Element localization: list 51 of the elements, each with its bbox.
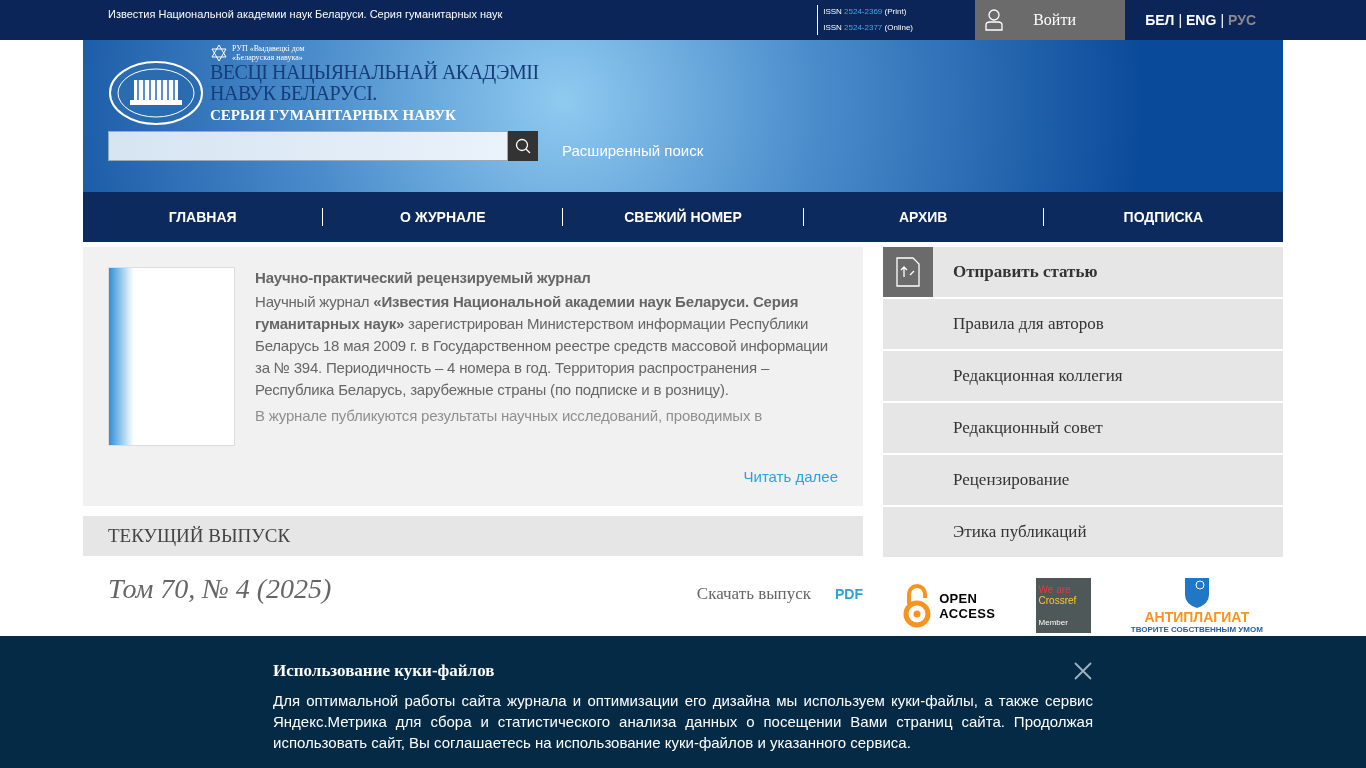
cookie-title: Использование куки-файлов <box>273 660 495 682</box>
publisher-text: «Беларуская навука» <box>232 53 303 62</box>
language-separator: | <box>1220 10 1224 30</box>
publisher-text: РУП «Выдавецкі дом <box>232 44 305 53</box>
search-field[interactable] <box>108 131 508 162</box>
sidebar-link[interactable]: Редакционная коллегия <box>883 351 1283 401</box>
sidebar-link[interactable]: Этика публикаций <box>883 507 1283 557</box>
journal-title: Известия Национальной академии наук Беларуси. Серия гуманитарных наук <box>108 7 503 22</box>
shield-icon <box>1183 577 1210 609</box>
nav-link[interactable]: ПОДПИСКА <box>1043 206 1283 228</box>
language-separator: | <box>1178 10 1183 30</box>
issn-text: ISSN 2524-2369 (Print) <box>823 6 908 18</box>
nav-link[interactable]: АРХИВ <box>803 206 1043 228</box>
crossref-text: We are <box>1038 584 1072 595</box>
nav-link[interactable]: О ЖУРНАЛЕ <box>323 206 563 228</box>
sidebar-link[interactable]: Рецензирование <box>883 455 1283 505</box>
sidebar-link[interactable]: Правила для авторов <box>883 299 1283 349</box>
open-access-text: OPEN <box>939 590 979 606</box>
nav-link[interactable]: СВЕЖИЙ НОМЕР <box>563 206 803 228</box>
logo-series: СЕРЫЯ ГУМАНІТАРНЫХ НАВУК <box>210 106 457 125</box>
search-icon <box>515 138 531 155</box>
language-link[interactable]: РУС <box>1228 9 1256 31</box>
section-title: ТЕКУЩИЙ ВЫПУСК <box>108 523 291 548</box>
antiplagiat-text: АНТИПЛАГИАТ <box>1144 609 1250 625</box>
close-button[interactable] <box>1073 660 1093 681</box>
crossref-text: Member <box>1038 617 1069 628</box>
user-icon <box>985 9 1004 31</box>
sidebar-link[interactable]: Отправить статью <box>883 247 1283 297</box>
antiplagiat-slogan: ТВОРИТЕ СОБСТВЕННЫМ УМОМ <box>1130 625 1263 634</box>
cookie-text: Для оптимальной работы сайта журнала и оптимизации его дизайна мы используем куки-файлы, а также сервис Яндекс.Метрика для сбора и статистического анализа данных о посещении Вами страниц сайта. Продолжая использовать сайт, Вы соглашаетесь на использование куки-файлов и указанного сервиса. <box>273 690 1093 753</box>
academy-emblem-icon <box>108 60 204 126</box>
about-paragraph: Научный журнал «Известия Национальной академии наук Беларуси. Серия гуманитарных наук» зарегистрирован Министерством информации Республики Беларусь 18 мая 2009 г. в Государственном реестре средств массовой информации за № 394. Периодичность – 4 номера в год. Территория распространения – Республика Беларусь, зарубежные страны (по подписке и в розницу). <box>255 292 830 400</box>
about-paragraph: В журнале публикуются результаты научных исследований, проводимых в <box>255 406 763 426</box>
issue-title: Том 70, № 4 (2025) <box>108 572 332 606</box>
logo-title: НАВУК БЕЛАРУСІ. <box>210 83 377 104</box>
close-icon <box>1074 661 1092 680</box>
language-link[interactable]: БЕЛ <box>1145 9 1175 31</box>
about-heading: Научно-практический рецензируемый журнал <box>255 268 592 288</box>
logo-title: ВЕСЦІ НАЦЫЯНАЛЬНАЙ АКАДЭМІІ <box>210 62 539 83</box>
login-button[interactable]: Войти <box>975 0 1126 40</box>
issn-text: ISSN 2524-2377 (Online) <box>823 22 914 34</box>
open-access-text: ACCESS <box>939 605 996 621</box>
search-button[interactable] <box>508 131 538 162</box>
crossref-text: Crossref <box>1038 595 1078 606</box>
sidebar-link[interactable]: Редакционный совет <box>883 403 1283 453</box>
upload-icon <box>883 247 933 297</box>
download-label: Скачать выпуск <box>696 583 811 606</box>
star-emblem-icon <box>210 44 228 62</box>
open-lock-icon <box>903 583 932 628</box>
language-link[interactable]: ENG <box>1186 9 1217 31</box>
nav-link[interactable]: ГЛАВНАЯ <box>83 206 323 228</box>
